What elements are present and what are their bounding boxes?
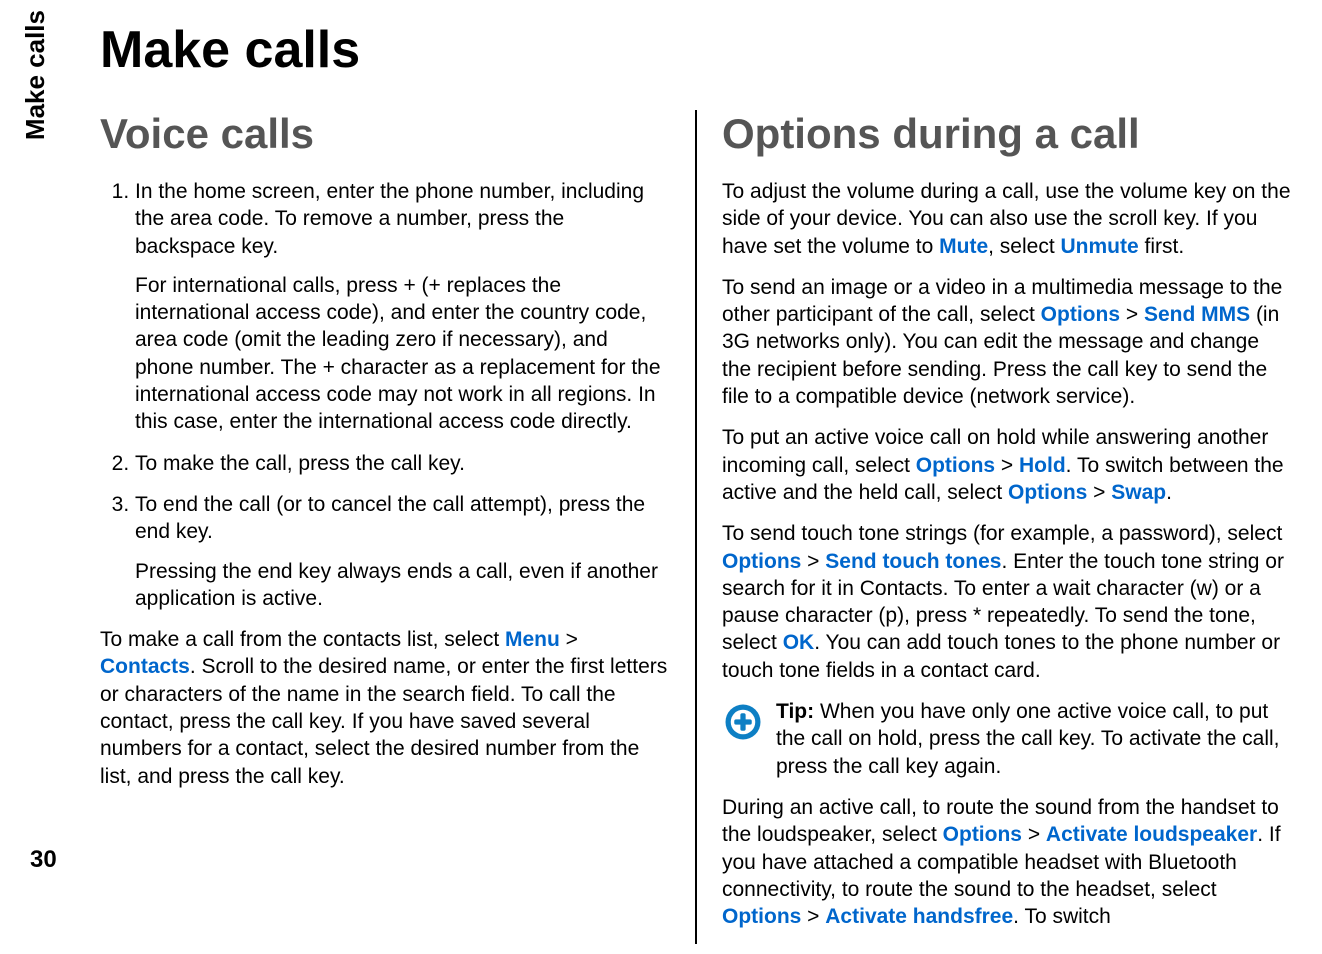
text-run: , select (988, 235, 1060, 258)
text-run: To send touch tone strings (for example,… (722, 522, 1282, 545)
ok-keyword: OK (783, 631, 815, 654)
text-run: > (801, 905, 825, 928)
step-3: To end the call (or to cancel the call a… (135, 491, 670, 612)
tip-body: When you have only one active voice call… (776, 700, 1280, 778)
text-run: > (1022, 823, 1046, 846)
options-keyword: Options (916, 454, 995, 477)
send-touch-tones-keyword: Send touch tones (825, 550, 1001, 573)
activate-loudspeaker-keyword: Activate loudspeaker (1046, 823, 1257, 846)
touchtone-paragraph: To send touch tone strings (for example,… (722, 520, 1292, 684)
options-keyword: Options (943, 823, 1022, 846)
contacts-keyword: Contacts (100, 655, 190, 678)
text-run: > (1087, 481, 1111, 504)
right-column: Options during a call To adjust the volu… (697, 110, 1292, 944)
contacts-paragraph: To make a call from the contacts list, s… (100, 626, 670, 790)
main-title: Make calls (100, 20, 1292, 80)
volume-paragraph: To adjust the volume during a call, use … (722, 178, 1292, 260)
loudspeaker-paragraph: During an active call, to route the soun… (722, 794, 1292, 930)
swap-keyword: Swap (1111, 481, 1166, 504)
left-column: Voice calls In the home screen, enter th… (100, 110, 697, 944)
side-tab: Make calls (20, 10, 51, 140)
text-run: first. (1139, 235, 1185, 258)
text-run: > (995, 454, 1019, 477)
text-run: > (801, 550, 825, 573)
text-run: . (1166, 481, 1172, 504)
tip-block: Tip: When you have only one active voice… (722, 698, 1292, 780)
menu-keyword: Menu (505, 628, 560, 651)
options-keyword: Options (722, 550, 801, 573)
tip-text: Tip: When you have only one active voice… (776, 698, 1292, 780)
step-1: In the home screen, enter the phone numb… (135, 178, 670, 436)
options-keyword: Options (1041, 303, 1120, 326)
step-3-sub: Pressing the end key always ends a call,… (135, 558, 670, 613)
text-run: . To switch (1013, 905, 1111, 928)
tip-label: Tip: (776, 700, 820, 723)
text-run: > (1120, 303, 1144, 326)
send-mms-keyword: Send MMS (1144, 303, 1250, 326)
text-run: To make a call from the contacts list, s… (100, 628, 505, 651)
hold-keyword: Hold (1019, 454, 1066, 477)
step-1-sub: For international calls, press + (+ repl… (135, 272, 670, 436)
step-2-text: To make the call, press the call key. (135, 452, 465, 475)
step-3-text: To end the call (or to cancel the call a… (135, 493, 645, 543)
steps-list: In the home screen, enter the phone numb… (100, 178, 670, 612)
page-content: Make calls Voice calls In the home scree… (100, 20, 1292, 944)
options-keyword: Options (1008, 481, 1087, 504)
tip-icon (722, 701, 764, 743)
text-run: > (560, 628, 578, 651)
options-keyword: Options (722, 905, 801, 928)
hold-paragraph: To put an active voice call on hold whil… (722, 424, 1292, 506)
mms-paragraph: To send an image or a video in a multime… (722, 274, 1292, 410)
columns: Voice calls In the home screen, enter th… (100, 110, 1292, 944)
unmute-keyword: Unmute (1061, 235, 1139, 258)
options-heading: Options during a call (722, 110, 1292, 158)
mute-keyword: Mute (939, 235, 988, 258)
step-2: To make the call, press the call key. (135, 450, 670, 477)
activate-handsfree-keyword: Activate handsfree (825, 905, 1013, 928)
page-number: 30 (30, 846, 57, 874)
step-1-text: In the home screen, enter the phone numb… (135, 180, 644, 258)
voice-calls-heading: Voice calls (100, 110, 670, 158)
